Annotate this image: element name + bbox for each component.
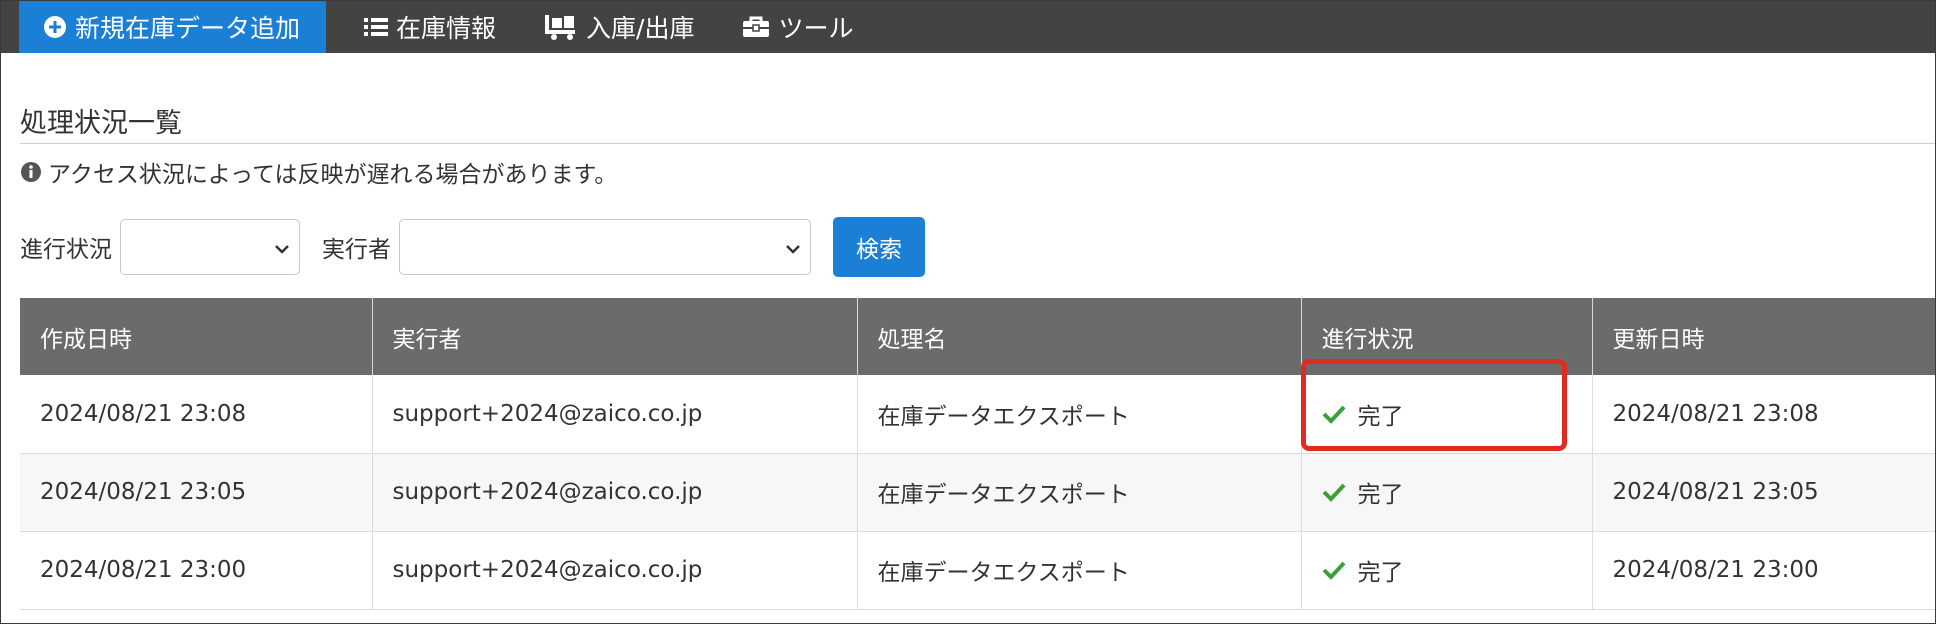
status-text: 完了 [1357, 560, 1404, 586]
cell-process: 在庫データエクスポート [857, 453, 1302, 532]
cart-icon [544, 14, 578, 40]
status-filter-select[interactable] [120, 219, 300, 275]
nav-tools[interactable]: ツール [718, 1, 877, 53]
column-header-process[interactable]: 処理名 [857, 298, 1302, 375]
nav-stock-info[interactable]: 在庫情報 [340, 1, 520, 53]
table-header-row: 作成日時 実行者 処理名 進行状況 更新日時 [20, 298, 1935, 375]
app-window: 新規在庫データ追加 在庫情報 入庫/出庫 ツール 処理状況一覧 アクセス状況によ… [0, 0, 1936, 624]
check-icon [1322, 404, 1346, 424]
cell-created: 2024/08/21 23:08 [20, 375, 373, 454]
list-icon [364, 16, 389, 38]
cell-status: 完了 [1301, 531, 1593, 610]
column-header-updated[interactable]: 更新日時 [1592, 298, 1935, 375]
top-navbar: 新規在庫データ追加 在庫情報 入庫/出庫 ツール [1, 1, 1935, 53]
toolbox-icon [742, 15, 770, 39]
column-header-status[interactable]: 進行状況 [1301, 298, 1593, 375]
status-text: 完了 [1357, 403, 1404, 430]
plus-circle-icon [43, 15, 67, 39]
nav-stock-info-label: 在庫情報 [396, 14, 497, 43]
table-row: 2024/08/21 23:08 support+2024@zaico.co.j… [20, 375, 1935, 454]
cell-status: 完了 [1301, 453, 1593, 532]
notice-text: アクセス状況によっては反映が遅れる場合があります。 [48, 162, 618, 188]
cell-executor: support+2024@zaico.co.jp [372, 531, 858, 610]
column-header-created[interactable]: 作成日時 [20, 298, 373, 375]
process-status-table: 作成日時 実行者 処理名 進行状況 更新日時 2024/08/21 23:08 … [20, 298, 1935, 610]
executor-filter-label: 実行者 [322, 237, 391, 263]
nav-in-out-label: 入庫/出庫 [586, 14, 695, 43]
chevron-down-icon [786, 235, 800, 260]
notice-message: アクセス状況によっては反映が遅れる場合があります。 [20, 155, 617, 189]
chevron-down-icon [275, 235, 289, 260]
page-title: 処理状況一覧 [20, 108, 182, 139]
check-icon [1322, 482, 1346, 502]
cell-created: 2024/08/21 23:05 [20, 453, 373, 532]
search-button[interactable]: 検索 [833, 217, 925, 277]
cell-executor: support+2024@zaico.co.jp [372, 375, 858, 454]
cell-updated: 2024/08/21 23:05 [1592, 453, 1935, 532]
nav-new-stock-label: 新規在庫データ追加 [75, 14, 301, 43]
nav-tools-label: ツール [778, 14, 854, 43]
nav-in-out[interactable]: 入庫/出庫 [520, 1, 718, 53]
filter-bar: 進行状況 実行者 検索 [20, 217, 925, 277]
nav-new-stock[interactable]: 新規在庫データ追加 [19, 1, 327, 53]
check-icon [1322, 560, 1346, 580]
cell-status: 完了 [1301, 375, 1593, 454]
executor-filter-select[interactable] [399, 219, 811, 275]
cell-updated: 2024/08/21 23:08 [1592, 375, 1935, 454]
column-header-executor[interactable]: 実行者 [372, 298, 858, 375]
cell-process: 在庫データエクスポート [857, 375, 1302, 454]
title-divider [20, 143, 1935, 144]
cell-process: 在庫データエクスポート [857, 531, 1302, 610]
table-row: 2024/08/21 23:05 support+2024@zaico.co.j… [20, 453, 1935, 532]
status-filter-label: 進行状況 [20, 237, 112, 263]
info-icon [20, 161, 42, 183]
table-row: 2024/08/21 23:00 support+2024@zaico.co.j… [20, 531, 1935, 610]
cell-created: 2024/08/21 23:00 [20, 531, 373, 610]
cell-updated: 2024/08/21 23:00 [1592, 531, 1935, 610]
status-text: 完了 [1357, 482, 1404, 508]
cell-executor: support+2024@zaico.co.jp [372, 453, 858, 532]
